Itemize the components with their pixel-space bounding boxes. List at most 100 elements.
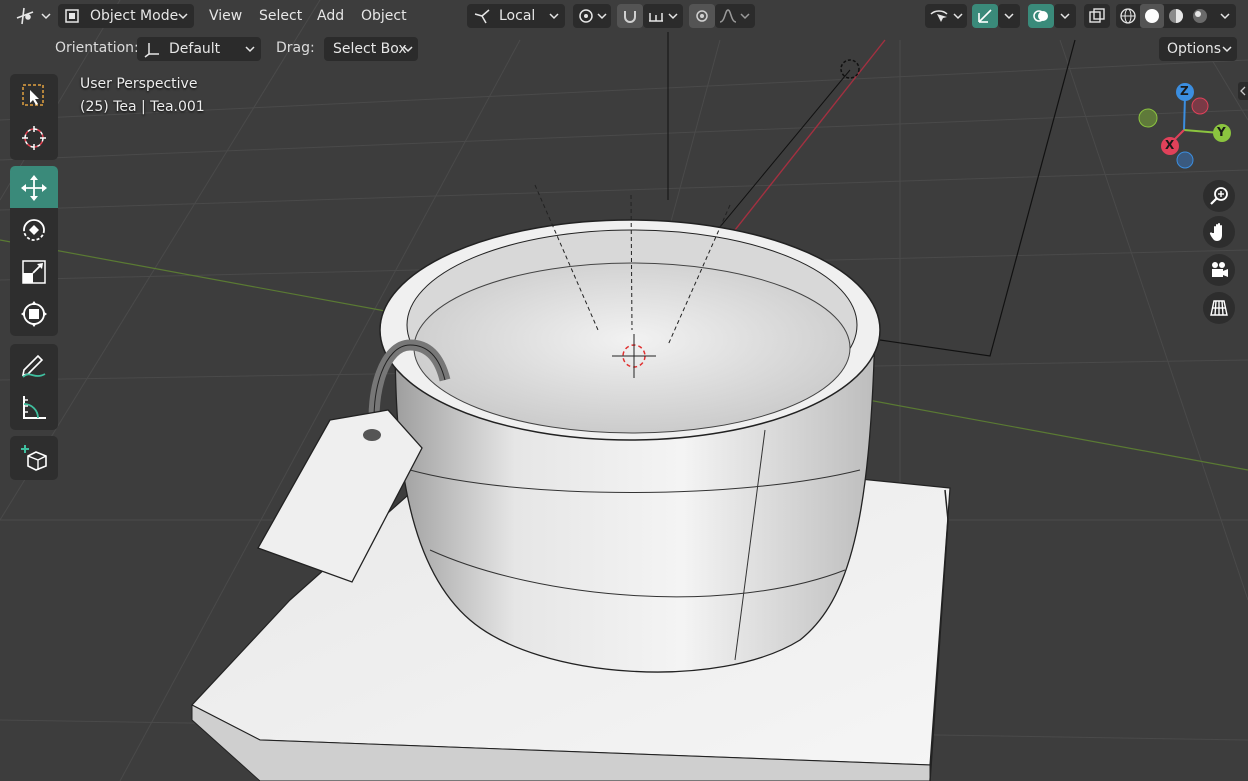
sidebar-toggle[interactable]: [1238, 82, 1248, 100]
xray-toggle[interactable]: [1084, 4, 1110, 28]
shading-group: [1116, 4, 1236, 28]
gizmo-icon: [978, 9, 992, 23]
orientation-dropdown[interactable]: Default: [137, 37, 261, 61]
tool-select-box[interactable]: [10, 74, 58, 116]
overlays-toggle[interactable]: [1028, 4, 1054, 28]
scale-icon: [22, 260, 46, 284]
chevron-down-icon: [668, 13, 678, 20]
object-mode-icon: [65, 9, 79, 23]
material-preview-button[interactable]: [1164, 4, 1188, 28]
object-info: (25) Tea | Tea.001: [80, 99, 205, 115]
menu-add[interactable]: Add: [317, 4, 344, 28]
chevron-down-icon: [597, 13, 607, 20]
pivot-icon: [579, 9, 593, 23]
magnet-icon: [624, 11, 636, 23]
xray-icon: [1089, 8, 1105, 23]
options-label: Options: [1167, 41, 1222, 57]
snap-target-dropdown[interactable]: [643, 4, 683, 28]
3d-viewport[interactable]: [0, 0, 1248, 781]
view-name: User Perspective: [80, 76, 198, 92]
menu-view[interactable]: View: [209, 4, 242, 28]
chevron-down-icon: [1220, 13, 1230, 20]
editor-type-icon[interactable]: [12, 4, 52, 28]
tool-scale[interactable]: [10, 250, 58, 292]
chevron-down-icon: [740, 13, 750, 20]
chevron-left-icon: [1240, 86, 1246, 96]
tool-transform[interactable]: [10, 292, 58, 336]
chevron-down-icon: [953, 13, 963, 20]
camera-view-button[interactable]: [1203, 254, 1235, 286]
grid-perspective-icon: [1210, 300, 1228, 316]
snap-toggle[interactable]: [617, 4, 643, 28]
chevron-down-icon: [1060, 13, 1070, 20]
drag-value: Select Box: [333, 41, 407, 57]
navigation-gizmo[interactable]: Z Y X: [1132, 78, 1240, 178]
tool-rotate[interactable]: [10, 208, 58, 250]
smooth-falloff-icon: [719, 9, 737, 23]
tool-add-cube[interactable]: [10, 436, 58, 480]
chevron-down-icon: [245, 46, 255, 53]
transform-orientation-dropdown[interactable]: Local: [467, 4, 565, 28]
orientation-axes-icon: [144, 43, 159, 58]
viewport-scene: [0, 0, 1248, 781]
selectability-icon: [930, 10, 948, 22]
solid-sphere-icon: [1145, 9, 1159, 23]
tool-annotate[interactable]: [10, 344, 58, 386]
local-axes-icon: [474, 9, 490, 24]
snap-increment-icon: [649, 13, 663, 22]
tool-settings-bar: Orientation: Default Drag: Select Box Op…: [0, 34, 1248, 64]
chevron-down-icon: [1004, 13, 1014, 20]
rendered-shading-button[interactable]: [1188, 4, 1212, 28]
mode-dropdown[interactable]: Object Mode: [58, 4, 194, 28]
overlays-icon: [1033, 10, 1048, 22]
select-box-icon: [22, 84, 44, 106]
cursor-icon: [22, 126, 46, 150]
orientation-label: Orientation:: [55, 40, 139, 56]
chevron-down-icon: [403, 46, 413, 53]
gizmo-x-label: X: [1165, 138, 1175, 152]
gizmo-y-label: Y: [1217, 125, 1226, 139]
measure-ruler-icon: [23, 396, 46, 419]
rotate-icon: [23, 219, 45, 241]
gizmo-z-label: Z: [1180, 84, 1189, 98]
shading-dropdown[interactable]: [1214, 4, 1236, 28]
pivot-label: Local: [499, 8, 536, 24]
mode-label: Object Mode: [90, 8, 179, 24]
proportional-editing-icon: [696, 10, 708, 22]
wireframe-icon: [1120, 8, 1136, 24]
move-icon: [21, 175, 47, 201]
annotate-pencil-icon: [21, 354, 46, 378]
wireframe-shading-button[interactable]: [1116, 4, 1140, 28]
menu-object[interactable]: Object: [361, 4, 407, 28]
material-sphere-icon: [1169, 9, 1183, 23]
chevron-down-icon: [549, 13, 559, 20]
drag-label: Drag:: [276, 40, 315, 56]
chevron-down-icon: [178, 13, 188, 20]
transform-icon: [21, 301, 47, 327]
pan-button[interactable]: [1203, 216, 1235, 248]
zoom-magnifier-icon: [1210, 187, 1228, 205]
tool-cursor[interactable]: [10, 116, 58, 160]
falloff-dropdown[interactable]: [715, 4, 755, 28]
tool-measure[interactable]: [10, 386, 58, 430]
gizmo-dropdown[interactable]: [998, 4, 1020, 28]
hand-icon: [1209, 223, 1222, 241]
header-bar: Object Mode View Select Add Object Local: [0, 0, 1248, 32]
chevron-down-icon: [1222, 46, 1232, 53]
selectability-dropdown[interactable]: [925, 4, 967, 28]
menu-select[interactable]: Select: [259, 4, 302, 28]
gizmo-toggle[interactable]: [972, 4, 998, 28]
drag-dropdown[interactable]: Select Box: [324, 37, 418, 61]
options-dropdown[interactable]: Options: [1159, 37, 1237, 61]
rendered-sphere-icon: [1193, 9, 1207, 23]
solid-shading-button[interactable]: [1140, 4, 1164, 28]
tool-move[interactable]: [10, 166, 58, 208]
camera-icon: [1212, 262, 1228, 277]
pivot-point-dropdown[interactable]: [573, 4, 611, 28]
proportional-editing-toggle[interactable]: [689, 4, 715, 28]
zoom-button[interactable]: [1203, 180, 1235, 212]
ortho-toggle-button[interactable]: [1203, 292, 1235, 324]
overlays-dropdown[interactable]: [1054, 4, 1076, 28]
orientation-value: Default: [169, 41, 221, 57]
add-cube-icon: [21, 445, 47, 471]
